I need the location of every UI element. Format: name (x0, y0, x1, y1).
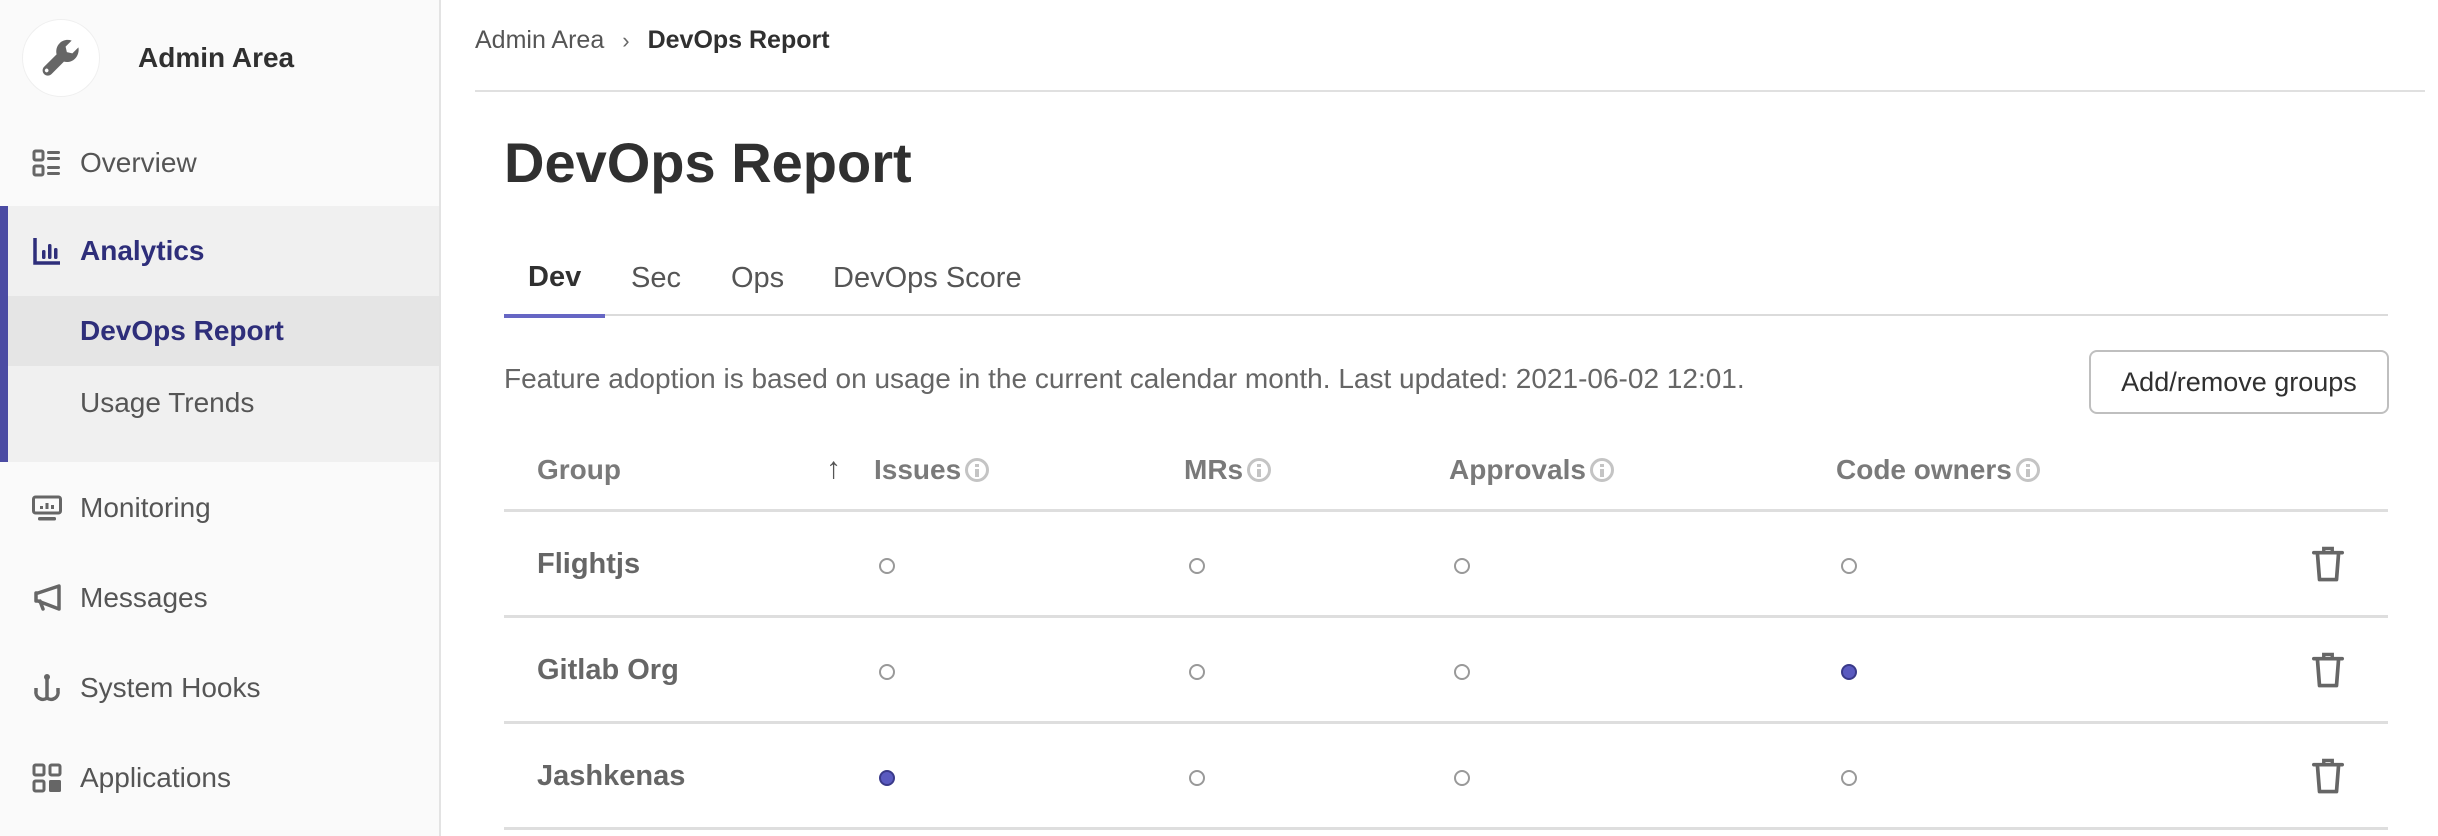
column-label: Code owners (1836, 454, 2012, 485)
main-content: Admin Area › DevOps Report DevOps Report… (443, 0, 2438, 836)
column-label: Approvals (1449, 454, 1586, 485)
admin-area-brand[interactable]: Admin Area (22, 12, 294, 104)
not-adopted-mrs-icon (1189, 664, 1205, 680)
trash-icon[interactable] (2311, 545, 2345, 583)
not-adopted-approvals-icon (1454, 770, 1470, 786)
sidebar-item-label: System Hooks (80, 672, 261, 703)
breadcrumb-admin-area[interactable]: Admin Area (475, 26, 604, 55)
applications-icon (32, 763, 62, 793)
sidebar-item-applications[interactable]: Applications (0, 750, 439, 806)
sidebar: Admin Area Overview Analytics DevOps Rep… (0, 0, 441, 836)
add-remove-groups-button[interactable]: Add/remove groups (2089, 350, 2389, 414)
not-adopted-code-owners-icon (1841, 770, 1857, 786)
table-body: Flightjs Gitlab Org Jashkenas (504, 512, 2388, 830)
sidebar-item-devops-report[interactable]: DevOps Report (8, 296, 439, 366)
not-adopted-mrs-icon (1189, 770, 1205, 786)
sidebar-subitem-label: DevOps Report (80, 315, 284, 346)
info-icon[interactable] (1247, 458, 1272, 482)
info-icon[interactable] (2015, 458, 2040, 482)
column-label: Group (537, 454, 621, 485)
tab-dev[interactable]: Dev (504, 240, 606, 318)
sidebar-item-monitoring[interactable]: Monitoring (0, 480, 439, 536)
breadcrumb: Admin Area › DevOps Report (475, 26, 830, 55)
wrench-icon (42, 39, 79, 76)
column-header-approvals: Approvals (1449, 454, 1614, 486)
not-adopted-approvals-icon (1454, 664, 1470, 680)
analytics-icon (33, 238, 60, 265)
info-icon[interactable] (1589, 458, 1614, 482)
column-header-group[interactable]: Group (537, 454, 621, 486)
column-label: Issues (874, 454, 962, 485)
sidebar-item-overview[interactable]: Overview (0, 135, 439, 191)
adoption-table: Group ↑ Issues MRs Approvals Code owners… (504, 430, 2388, 830)
group-name[interactable]: Flightjs (537, 548, 640, 581)
column-header-mrs: MRs (1184, 454, 1272, 486)
overview-icon (32, 149, 60, 177)
sidebar-item-label: Overview (80, 147, 197, 178)
table-header: Group ↑ Issues MRs Approvals Code owners (504, 430, 2388, 512)
sidebar-item-label: Messages (80, 582, 208, 613)
arrow-up-icon[interactable]: ↑ (826, 452, 841, 486)
info-icon[interactable] (965, 458, 990, 482)
sidebar-item-label: Analytics (80, 235, 205, 266)
not-adopted-approvals-icon (1454, 558, 1470, 574)
column-header-code-owners: Code owners (1836, 454, 2040, 486)
adoption-description: Feature adoption is based on usage in th… (504, 363, 1745, 394)
adopted-issues-icon (879, 770, 895, 786)
not-adopted-issues-icon (879, 664, 895, 680)
brand-title: Admin Area (138, 42, 295, 73)
sidebar-item-system-hooks[interactable]: System Hooks (0, 660, 439, 716)
sidebar-subitem-label: Usage Trends (80, 387, 255, 418)
admin-avatar (22, 19, 100, 97)
column-header-issues: Issues (874, 454, 990, 486)
header-divider (475, 90, 2425, 92)
trash-icon[interactable] (2311, 651, 2345, 689)
hook-icon (34, 674, 60, 702)
not-adopted-issues-icon (879, 558, 895, 574)
sidebar-item-label: Monitoring (80, 492, 211, 523)
group-name[interactable]: Jashkenas (537, 760, 685, 793)
sidebar-item-messages[interactable]: Messages (0, 570, 439, 626)
table-row: Jashkenas (504, 724, 2388, 830)
sidebar-item-usage-trends[interactable]: Usage Trends (8, 368, 439, 438)
page-title: DevOps Report (504, 131, 912, 194)
tab-bar: Dev Sec Ops DevOps Score (504, 240, 2388, 318)
monitor-icon (32, 495, 62, 521)
not-adopted-mrs-icon (1189, 558, 1205, 574)
breadcrumb-chevron-icon: › (622, 27, 630, 53)
table-row: Gitlab Org (504, 618, 2388, 724)
group-name[interactable]: Gitlab Org (537, 654, 679, 687)
trash-icon[interactable] (2311, 757, 2345, 795)
tab-devops-score[interactable]: DevOps Score (809, 240, 1046, 316)
analytics-section: Analytics DevOps Report Usage Trends (0, 206, 439, 462)
adopted-code-owners-icon (1841, 664, 1857, 680)
table-row: Flightjs (504, 512, 2388, 618)
not-adopted-code-owners-icon (1841, 558, 1857, 574)
sidebar-item-label: Applications (80, 762, 231, 793)
tab-ops[interactable]: Ops (707, 240, 808, 316)
sidebar-item-analytics[interactable]: Analytics (0, 206, 439, 296)
tab-sec[interactable]: Sec (607, 240, 705, 316)
breadcrumb-current[interactable]: DevOps Report (648, 26, 830, 55)
megaphone-icon (34, 584, 61, 611)
column-label: MRs (1184, 454, 1244, 485)
